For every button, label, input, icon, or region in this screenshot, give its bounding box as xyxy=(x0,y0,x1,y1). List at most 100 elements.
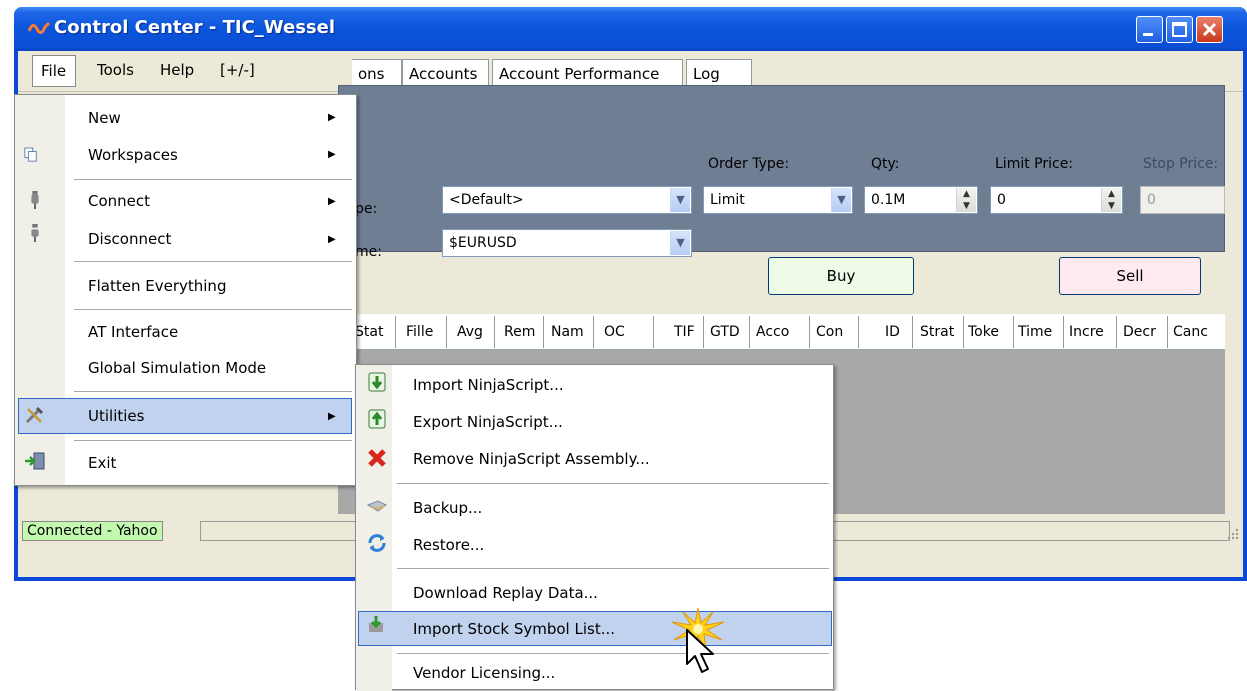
column-divider[interactable] xyxy=(543,316,544,348)
menu-item-utilities[interactable]: Utilities xyxy=(88,407,144,425)
maximize-button[interactable] xyxy=(1166,16,1193,43)
col-header[interactable]: GTD xyxy=(710,324,740,340)
menu-item-flatten-everything[interactable]: Flatten Everything xyxy=(88,277,226,295)
col-header[interactable]: Avg xyxy=(457,324,483,340)
menu-item-import-stock-symbol-list[interactable]: Import Stock Symbol List... xyxy=(413,620,615,638)
account-row-label: pe: xyxy=(355,201,378,217)
col-header[interactable]: Fille xyxy=(406,324,433,340)
qty-value: 0.1M xyxy=(871,192,906,208)
chevron-down-icon[interactable]: ▼ xyxy=(670,188,690,212)
export-arrow-icon xyxy=(368,409,386,429)
menu-item-at-interface[interactable]: AT Interface xyxy=(88,323,178,341)
limit-price-stepper[interactable]: 0 ▲ ▼ xyxy=(990,186,1123,214)
column-divider[interactable] xyxy=(912,316,913,348)
title-bar[interactable]: Control Center - TIC_Wessel xyxy=(14,7,1247,51)
limit-price-label: Limit Price: xyxy=(995,156,1074,172)
col-header[interactable]: Toke xyxy=(968,324,999,340)
import-arrow-icon xyxy=(368,372,386,392)
limit-price-value: 0 xyxy=(997,192,1006,208)
resize-grip-icon[interactable] xyxy=(1226,527,1240,541)
menu-separator xyxy=(74,391,352,392)
column-divider[interactable] xyxy=(858,316,859,348)
col-header[interactable]: ID xyxy=(885,324,900,340)
menu-item-disconnect[interactable]: Disconnect xyxy=(88,230,171,248)
menu-item-connect[interactable]: Connect xyxy=(88,192,150,210)
maximize-icon xyxy=(1172,22,1187,37)
chevron-down-icon[interactable]: ▼ xyxy=(670,231,690,255)
column-divider[interactable] xyxy=(1013,316,1014,348)
qty-stepper[interactable]: 0.1M ▲ ▼ xyxy=(864,186,978,214)
menu-item-restore[interactable]: Restore... xyxy=(413,536,484,554)
column-divider[interactable] xyxy=(593,316,594,348)
spin-arrows-icon[interactable]: ▲ ▼ xyxy=(1101,188,1121,212)
window-title: Control Center - TIC_Wessel xyxy=(54,17,336,38)
qty-label: Qty: xyxy=(871,156,900,172)
menu-toggle[interactable]: [+/-] xyxy=(220,61,255,79)
order-type-combo[interactable]: Limit ▼ xyxy=(703,186,853,214)
order-type-label: Order Type: xyxy=(708,156,790,172)
column-divider[interactable] xyxy=(446,316,447,348)
menu-separator xyxy=(74,261,352,262)
utilities-highlight xyxy=(18,398,352,434)
col-header[interactable]: Con xyxy=(816,324,843,340)
column-divider[interactable] xyxy=(963,316,964,348)
instrument-combo[interactable]: $EURUSD ▼ xyxy=(442,229,692,257)
column-divider[interactable] xyxy=(395,316,396,348)
restore-icon xyxy=(368,534,386,552)
minimize-button[interactable] xyxy=(1136,16,1163,43)
column-divider[interactable] xyxy=(749,316,750,348)
account-combo[interactable]: <Default> ▼ xyxy=(442,186,692,214)
menu-item-backup[interactable]: Backup... xyxy=(413,499,482,517)
col-header[interactable]: TIF xyxy=(674,324,695,340)
menu-item-remove-assembly[interactable]: Remove NinjaScript Assembly... xyxy=(413,450,650,468)
menu-item-exit[interactable]: Exit xyxy=(88,454,116,472)
sell-button[interactable]: Sell xyxy=(1059,257,1201,295)
utilities-tools-icon xyxy=(25,406,44,424)
close-button[interactable] xyxy=(1196,16,1223,43)
column-divider[interactable] xyxy=(1063,316,1064,348)
col-header[interactable]: Rem xyxy=(504,324,535,340)
column-divider[interactable] xyxy=(1116,316,1117,348)
menu-item-download-replay[interactable]: Download Replay Data... xyxy=(413,584,598,602)
buy-button[interactable]: Buy xyxy=(768,257,914,295)
column-divider[interactable] xyxy=(1167,316,1168,348)
mouse-pointer-icon xyxy=(686,629,714,673)
menu-help[interactable]: Help xyxy=(160,61,194,79)
spin-arrows-icon[interactable]: ▲ ▼ xyxy=(956,188,976,212)
column-divider[interactable] xyxy=(809,316,810,348)
menu-item-workspaces[interactable]: Workspaces xyxy=(88,146,178,164)
menu-item-global-simulation[interactable]: Global Simulation Mode xyxy=(88,359,266,377)
menu-item-vendor-licensing[interactable]: Vendor Licensing... xyxy=(413,664,555,682)
col-header[interactable]: OC xyxy=(604,324,625,340)
minimize-icon xyxy=(1143,33,1153,36)
menu-separator xyxy=(74,179,352,180)
column-divider[interactable] xyxy=(703,316,704,348)
menu-item-import-ninjascript[interactable]: Import NinjaScript... xyxy=(413,376,564,394)
col-header[interactable]: Canc xyxy=(1173,324,1208,340)
submenu-arrow-icon: ▶ xyxy=(328,411,336,422)
menu-separator xyxy=(74,309,352,310)
menu-item-new[interactable]: New xyxy=(88,109,121,127)
col-header[interactable]: Nam xyxy=(551,324,584,340)
col-header[interactable]: Strat xyxy=(920,324,954,340)
menu-separator xyxy=(397,653,829,654)
col-header[interactable]: Stat xyxy=(355,324,383,340)
menu-file[interactable]: File xyxy=(32,55,76,87)
menu-tools[interactable]: Tools xyxy=(97,61,134,79)
submenu-arrow-icon: ▶ xyxy=(328,234,336,245)
menu-item-export-ninjascript[interactable]: Export NinjaScript... xyxy=(413,413,563,431)
stop-price-field[interactable]: 0 xyxy=(1140,186,1225,214)
ninja-wave-icon xyxy=(28,21,50,34)
instrument-value: $EURUSD xyxy=(449,235,517,251)
column-divider[interactable] xyxy=(653,316,654,348)
col-header[interactable]: Decr xyxy=(1123,324,1156,340)
col-header[interactable]: Acco xyxy=(756,324,789,340)
col-header[interactable]: Time xyxy=(1018,324,1052,340)
workspaces-icon xyxy=(24,147,37,162)
chevron-down-icon[interactable]: ▼ xyxy=(831,188,851,212)
instrument-row-label: me: xyxy=(355,244,382,260)
column-divider[interactable] xyxy=(494,316,495,348)
import-list-icon xyxy=(369,616,383,632)
col-header[interactable]: Incre xyxy=(1069,324,1104,340)
submenu-arrow-icon: ▶ xyxy=(328,112,336,123)
